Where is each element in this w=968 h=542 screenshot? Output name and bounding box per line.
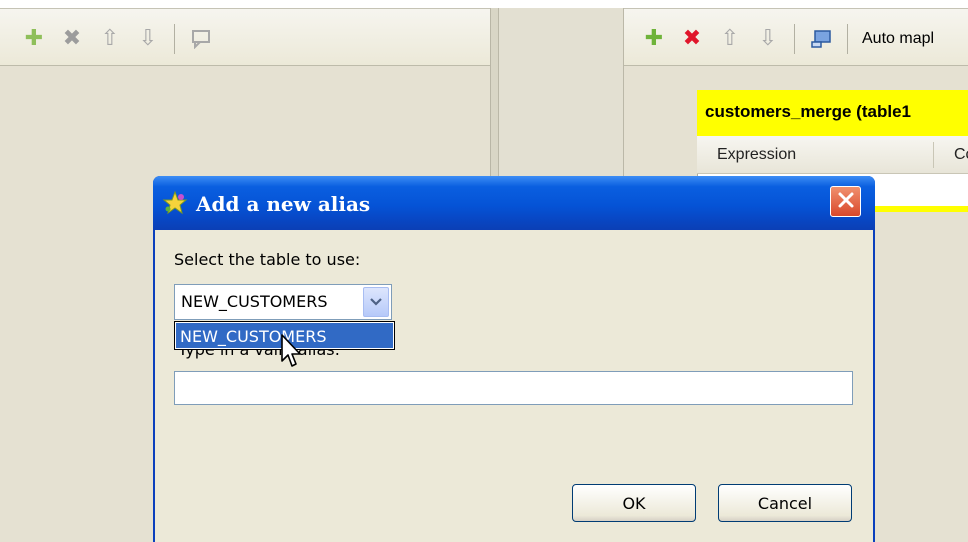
chevron-down-icon[interactable] bbox=[363, 287, 389, 317]
cancel-button[interactable]: Cancel bbox=[718, 484, 852, 522]
plus-icon[interactable]: ✚ bbox=[642, 27, 666, 51]
output-table-title: customers_merge (table1 bbox=[697, 90, 968, 136]
column-header-expression[interactable]: Expression bbox=[717, 146, 796, 164]
output-table-header: Expression Co bbox=[697, 136, 968, 174]
column-header-second[interactable]: Co bbox=[954, 146, 968, 164]
move-down-icon[interactable]: ⇩ bbox=[136, 27, 160, 51]
left-toolbar-buttons: ✚ ✖ ⇧ ⇩ bbox=[22, 24, 213, 54]
toolbar-separator bbox=[794, 24, 795, 54]
move-down-icon[interactable]: ⇩ bbox=[756, 27, 780, 51]
dialog-title: Add a new alias bbox=[196, 192, 371, 216]
delete-icon[interactable]: ✖ bbox=[60, 27, 84, 51]
auto-map-button[interactable]: Auto mapl bbox=[862, 30, 934, 48]
close-icon bbox=[837, 191, 855, 213]
right-toolbar-buttons: ✚ ✖ ⇧ ⇩ Auto mapl bbox=[642, 24, 934, 54]
toolbar-separator bbox=[174, 24, 175, 54]
layout-icon[interactable] bbox=[809, 27, 833, 51]
move-up-icon[interactable]: ⇧ bbox=[718, 27, 742, 51]
close-button[interactable] bbox=[830, 186, 861, 217]
toolbar-separator bbox=[847, 24, 848, 54]
table-select[interactable]: NEW_CUSTOMERS bbox=[174, 284, 392, 320]
comment-icon[interactable] bbox=[189, 27, 213, 51]
delete-icon[interactable]: ✖ bbox=[680, 27, 704, 51]
select-table-label: Select the table to use: bbox=[174, 250, 361, 269]
plus-icon[interactable]: ✚ bbox=[22, 27, 46, 51]
table-select-value: NEW_CUSTOMERS bbox=[181, 292, 328, 311]
column-divider bbox=[933, 142, 934, 168]
alias-input[interactable] bbox=[174, 371, 853, 405]
ok-button[interactable]: OK bbox=[572, 484, 696, 522]
move-up-icon[interactable]: ⇧ bbox=[98, 27, 122, 51]
star-icon bbox=[162, 190, 188, 220]
mouse-cursor-icon bbox=[280, 333, 304, 373]
